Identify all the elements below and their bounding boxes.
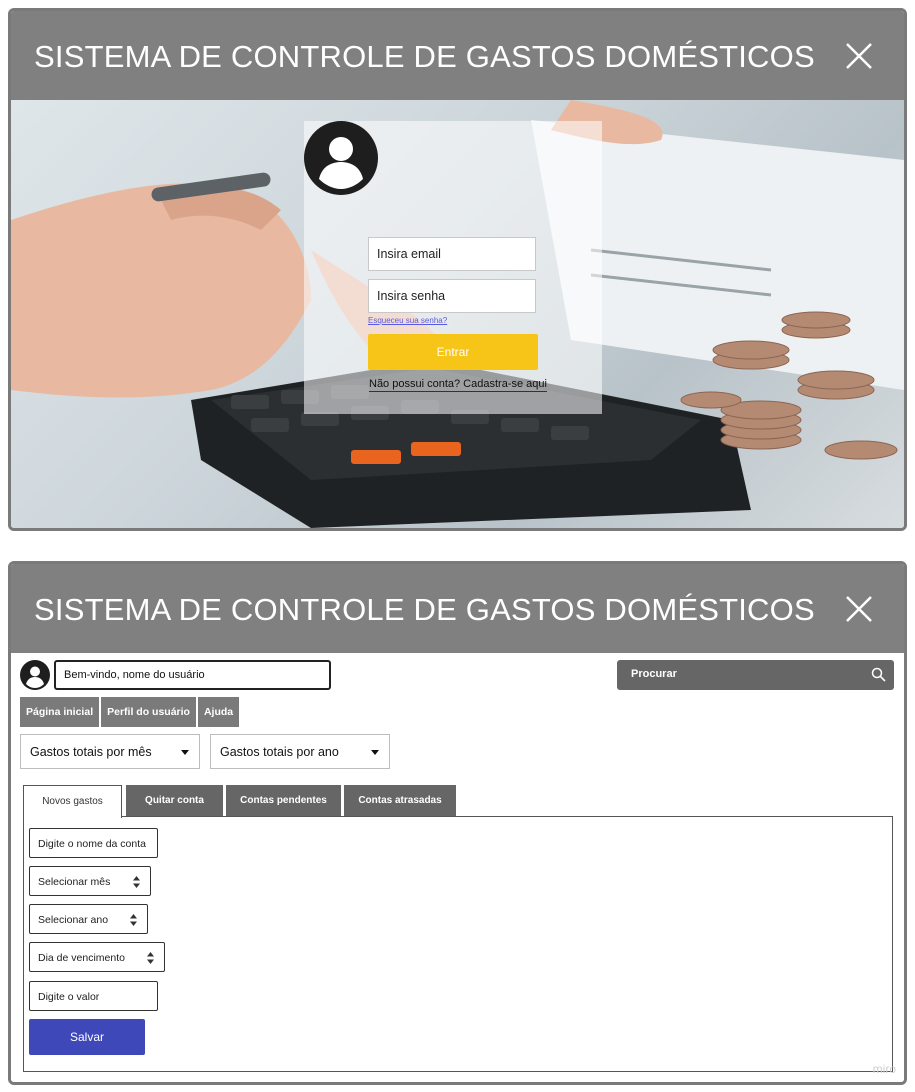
main-nav: Página inicial Perfil do usuário Ajuda — [20, 697, 240, 727]
dashboard-content: Bem-vindo, nome do usuário Procurar Pági… — [11, 653, 904, 1082]
app-title: SISTEMA DE CONTROLE DE GASTOS DOMÉSTICOS — [34, 592, 815, 627]
save-button[interactable]: Salvar — [29, 1019, 145, 1055]
dropdown-label: Gastos totais por mês — [30, 745, 152, 759]
spinner-arrows-icon — [130, 914, 137, 926]
tab-quitar-conta[interactable]: Quitar conta — [126, 785, 223, 817]
search-label: Procurar — [631, 668, 677, 680]
nav-pagina-inicial[interactable]: Página inicial — [20, 697, 100, 727]
nav-ajuda[interactable]: Ajuda — [197, 697, 240, 727]
close-icon[interactable] — [844, 41, 874, 71]
title-bar: SISTEMA DE CONTROLE DE GASTOS DOMÉSTICOS — [11, 564, 904, 653]
dashboard-window: SISTEMA DE CONTROLE DE GASTOS DOMÉSTICOS… — [8, 561, 907, 1085]
search-bar[interactable]: Procurar — [617, 660, 894, 690]
nav-perfil-usuario[interactable]: Perfil do usuário — [101, 697, 196, 727]
welcome-field: Bem-vindo, nome do usuário — [54, 660, 331, 690]
tab-contas-atrasadas[interactable]: Contas atrasadas — [344, 785, 456, 817]
dropdown-label: Gastos totais por ano — [220, 745, 339, 759]
ano-select[interactable]: Selecionar ano — [29, 904, 148, 934]
forgot-password-link[interactable]: Esqueceu sua senha? — [368, 316, 447, 325]
vencimento-select[interactable]: Dia de vencimento — [29, 942, 165, 972]
background-photo: Esqueceu sua senha? Entrar Não possui co… — [11, 100, 904, 528]
mes-select[interactable]: Selecionar mês — [29, 866, 151, 896]
caret-down-icon — [181, 750, 189, 755]
ano-select-label: Selecionar ano — [38, 914, 109, 926]
miro-watermark: miro — [872, 1062, 896, 1076]
title-bar: SISTEMA DE CONTROLE DE GASTOS DOMÉSTICOS — [11, 11, 904, 100]
login-button[interactable]: Entrar — [368, 334, 538, 370]
user-avatar-icon — [304, 121, 378, 195]
login-window: SISTEMA DE CONTROLE DE GASTOS DOMÉSTICOS — [8, 8, 907, 531]
mes-select-label: Selecionar mês — [38, 876, 111, 888]
tab-novos-gastos[interactable]: Novos gastos — [23, 785, 122, 818]
search-icon[interactable] — [871, 667, 886, 682]
user-avatar-icon[interactable] — [20, 660, 50, 690]
email-input[interactable] — [368, 237, 536, 271]
gastos-por-mes-dropdown[interactable]: Gastos totais por mês — [20, 734, 200, 769]
password-input[interactable] — [368, 279, 536, 313]
nome-conta-input[interactable]: Digite o nome da conta — [29, 828, 158, 858]
caret-down-icon — [371, 750, 379, 755]
tab-contas-pendentes[interactable]: Contas pendentes — [226, 785, 341, 817]
gastos-por-ano-dropdown[interactable]: Gastos totais por ano — [210, 734, 390, 769]
close-icon[interactable] — [844, 594, 874, 624]
app-title: SISTEMA DE CONTROLE DE GASTOS DOMÉSTICOS — [34, 39, 815, 74]
valor-input[interactable]: Digite o valor — [29, 981, 158, 1011]
spinner-arrows-icon — [147, 952, 154, 964]
login-panel: Esqueceu sua senha? Entrar Não possui co… — [304, 121, 602, 414]
spinner-arrows-icon — [133, 876, 140, 888]
vencimento-select-label: Dia de vencimento — [38, 952, 125, 964]
novos-gastos-panel: Digite o nome da conta Selecionar mês Se… — [23, 816, 893, 1072]
signup-link[interactable]: Não possui conta? Cadastra-se aqui — [369, 378, 547, 392]
